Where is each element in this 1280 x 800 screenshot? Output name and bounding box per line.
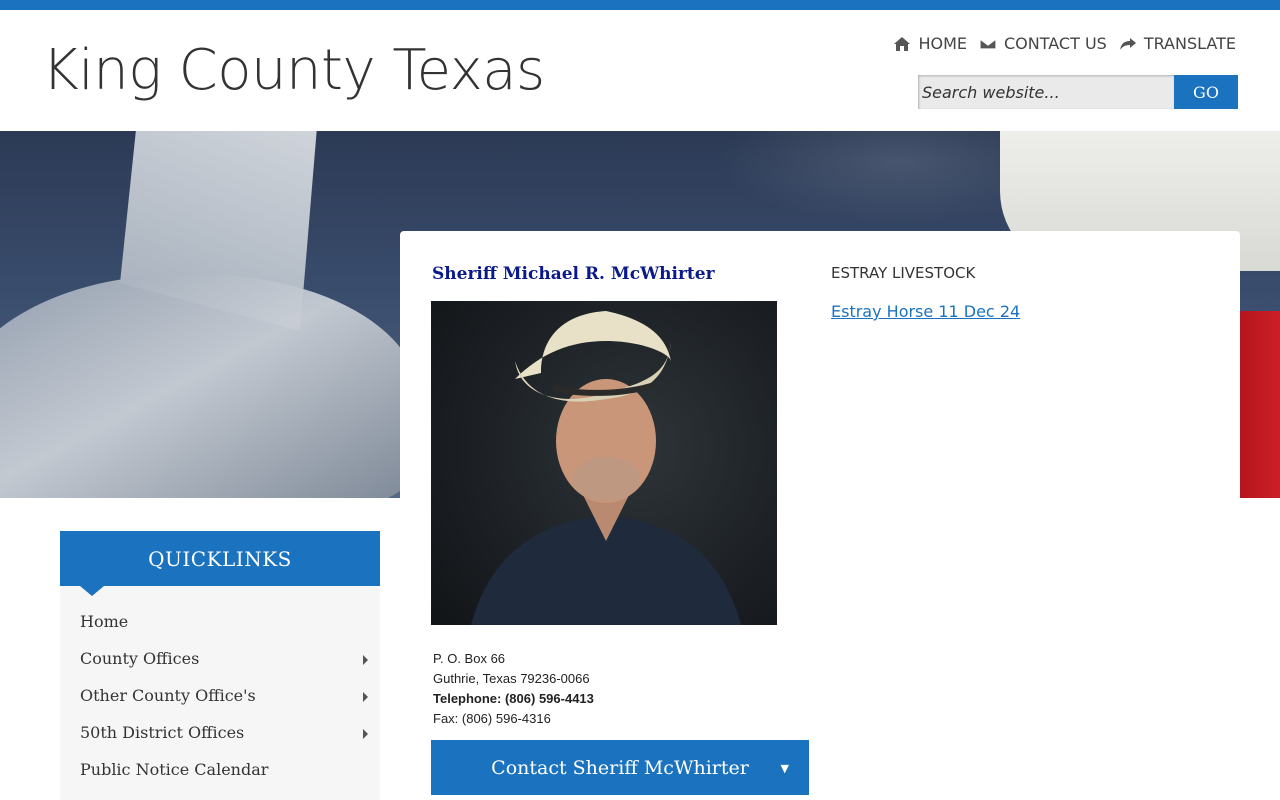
- nav-translate-label: TRANSLATE: [1143, 34, 1236, 53]
- search-go-button[interactable]: GO: [1174, 75, 1238, 109]
- main-content-panel: Sheriff Michael R. McWhirter P. O. Box 6…: [400, 231, 1240, 800]
- address-line2: Guthrie, Texas 79236-0066: [433, 671, 590, 686]
- top-nav: HOME CONTACT US TRANSLATE: [893, 34, 1236, 53]
- estray-link[interactable]: Estray Horse 11 Dec 24: [831, 302, 1020, 321]
- quicklinks-heading: QUICKLINKS: [60, 531, 380, 596]
- telephone: Telephone: (806) 596-4413: [433, 691, 594, 706]
- top-accent-bar: [0, 0, 1280, 10]
- nav-home[interactable]: HOME: [893, 34, 967, 53]
- address-line1: P. O. Box 66: [433, 651, 506, 666]
- quicklink-public-notice-calendar[interactable]: Public Notice Calendar: [60, 751, 380, 788]
- chevron-right-icon: [363, 692, 368, 702]
- nav-home-label: HOME: [918, 34, 967, 53]
- quicklinks-panel: QUICKLINKS Home County Offices Other Cou…: [60, 531, 380, 800]
- sheriff-contact-info: P. O. Box 66 Guthrie, Texas 79236-0066 T…: [433, 649, 594, 729]
- fax: Fax: (806) 596-4316: [433, 711, 551, 726]
- home-icon: [894, 36, 911, 51]
- quicklink-home[interactable]: Home: [60, 603, 380, 640]
- nav-contact-us[interactable]: CONTACT US: [979, 34, 1107, 53]
- flag-red-stripe: [1238, 311, 1280, 498]
- sheriff-photo: [431, 301, 777, 625]
- envelope-icon: [979, 37, 997, 50]
- quicklink-county-offices[interactable]: County Offices: [60, 640, 380, 677]
- quicklink-label: 50th District Offices: [80, 723, 245, 742]
- site-header: King County Texas HOME CONTACT US TRANSL…: [0, 10, 1280, 131]
- search-input[interactable]: [918, 75, 1174, 109]
- caret-down-icon: ▼: [780, 762, 789, 775]
- chevron-right-icon: [363, 729, 368, 739]
- nav-contact-label: CONTACT US: [1003, 34, 1107, 53]
- sheriff-title: Sheriff Michael R. McWhirter: [432, 264, 715, 284]
- quicklink-label: Other County Office's: [80, 686, 256, 705]
- site-title[interactable]: King County Texas: [42, 38, 545, 103]
- share-arrow-icon: [1119, 37, 1136, 50]
- chevron-right-icon: [363, 655, 368, 665]
- sheriff-portrait: [471, 311, 741, 625]
- quicklinks-list: Home County Offices Other County Office'…: [60, 603, 380, 788]
- contact-sheriff-label: Contact Sheriff McWhirter: [491, 756, 749, 779]
- search-form: GO: [918, 75, 1238, 109]
- flag-star-fold: [0, 240, 436, 498]
- quicklink-50th-district-offices[interactable]: 50th District Offices: [60, 714, 380, 751]
- quicklink-other-county-offices[interactable]: Other County Office's: [60, 677, 380, 714]
- contact-sheriff-button[interactable]: Contact Sheriff McWhirter ▼: [431, 740, 809, 795]
- nav-translate[interactable]: TRANSLATE: [1119, 34, 1236, 53]
- quicklink-label: Home: [80, 612, 129, 631]
- estray-heading: ESTRAY LIVESTOCK: [831, 264, 976, 282]
- quicklink-label: County Offices: [80, 649, 200, 668]
- quicklink-label: Public Notice Calendar: [80, 760, 269, 779]
